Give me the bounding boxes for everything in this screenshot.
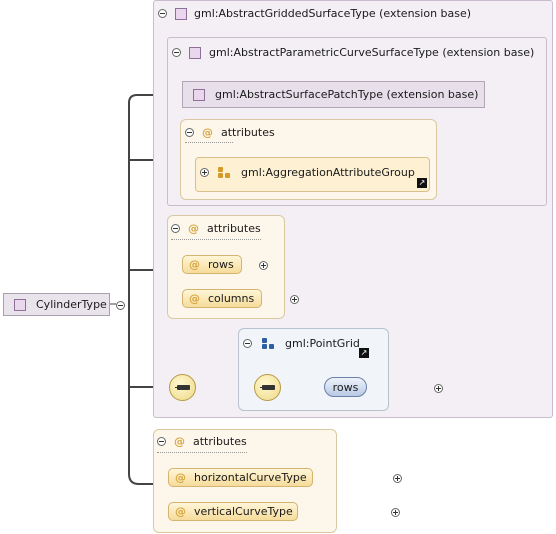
attributes-inner-label: attributes — [221, 126, 275, 139]
expand-toggle-icon[interactable] — [258, 261, 268, 270]
attribute-icon: @ — [189, 258, 200, 271]
attribute-rows[interactable]: @ rows — [182, 255, 242, 274]
extension-header-inner: gml:AbstractParametricCurveSurfaceType (… — [172, 46, 534, 59]
attributes-outer-label: attributes — [193, 435, 247, 448]
expand-toggle-icon[interactable] — [290, 295, 299, 304]
extension-element-abstractsurfacepatch[interactable]: gml:AbstractSurfacePatchType (extension … — [182, 81, 485, 108]
sequence-icon[interactable] — [254, 374, 281, 401]
extension-inner-label: gml:AbstractParametricCurveSurfaceType (… — [209, 46, 535, 59]
element-rows[interactable]: rows — [324, 377, 367, 397]
divider — [171, 239, 261, 240]
attribute-group-label: gml:AggregationAttributeGroup — [241, 166, 415, 179]
attribute-horizontalcurvetype-label: horizontalCurveType — [194, 471, 307, 484]
extension-header-outer: gml:AbstractGriddedSurfaceType (extensio… — [158, 7, 471, 20]
expand-toggle-icon[interactable] — [393, 474, 402, 483]
link-arrow-icon[interactable]: ↗ — [359, 348, 369, 358]
attributes-header-inner: @ attributes — [185, 126, 275, 139]
root-element-label: CylinderType — [36, 298, 107, 311]
attribute-verticalcurvetype[interactable]: @ verticalCurveType — [168, 502, 298, 521]
link-arrow-icon[interactable]: ↗ — [417, 178, 427, 188]
attribute-horizontalcurvetype[interactable]: @ horizontalCurveType — [168, 468, 313, 487]
attributes-grid-label: attributes — [207, 222, 261, 235]
attributes-header-grid: @ attributes — [171, 222, 261, 235]
attribute-icon: @ — [175, 471, 186, 484]
attribute-icon: @ — [202, 126, 213, 139]
complex-type-icon — [189, 46, 201, 59]
collapse-toggle-icon[interactable] — [158, 9, 167, 18]
attribute-columns-label: columns — [208, 292, 255, 305]
attribute-group-aggregation-header: gml:AggregationAttributeGroup — [200, 166, 415, 179]
collapse-toggle-icon[interactable] — [243, 339, 252, 348]
attributes-header-outer: @ attributes — [157, 435, 247, 448]
collapse-toggle-icon[interactable] — [172, 48, 181, 57]
root-element-cylindertype[interactable]: CylinderType — [3, 293, 110, 316]
element-rows-label: rows — [332, 380, 359, 394]
element-reference-icon — [262, 337, 275, 350]
extension-innermost-label: gml:AbstractSurfacePatchType (extension … — [215, 88, 479, 101]
attribute-icon: @ — [174, 435, 185, 448]
divider — [185, 142, 233, 143]
divider — [157, 452, 247, 453]
collapse-toggle-icon[interactable] — [185, 128, 194, 137]
expand-toggle-icon[interactable] — [390, 508, 400, 517]
collapse-toggle-icon[interactable] — [171, 224, 180, 233]
attribute-icon: @ — [175, 505, 186, 518]
root-collapse-toggle[interactable] — [116, 301, 125, 310]
pointgrid-label: gml:PointGrid — [285, 337, 360, 350]
extension-outer-label: gml:AbstractGriddedSurfaceType (extensio… — [194, 7, 472, 20]
attribute-icon: @ — [188, 222, 199, 235]
sequence-icon[interactable] — [169, 374, 196, 401]
expand-toggle-icon[interactable] — [433, 384, 443, 393]
attribute-verticalcurvetype-label: verticalCurveType — [194, 505, 293, 518]
complex-type-icon — [193, 88, 205, 101]
attribute-group-icon — [218, 166, 231, 179]
pointgrid-header: gml:PointGrid — [243, 337, 360, 350]
complex-type-icon — [175, 7, 187, 20]
collapse-toggle-icon[interactable] — [157, 437, 166, 446]
complex-type-icon — [14, 298, 26, 311]
attribute-icon: @ — [189, 292, 200, 305]
attribute-columns[interactable]: @ columns — [182, 289, 262, 308]
expand-toggle-icon[interactable] — [200, 168, 209, 177]
attribute-rows-label: rows — [208, 258, 234, 271]
